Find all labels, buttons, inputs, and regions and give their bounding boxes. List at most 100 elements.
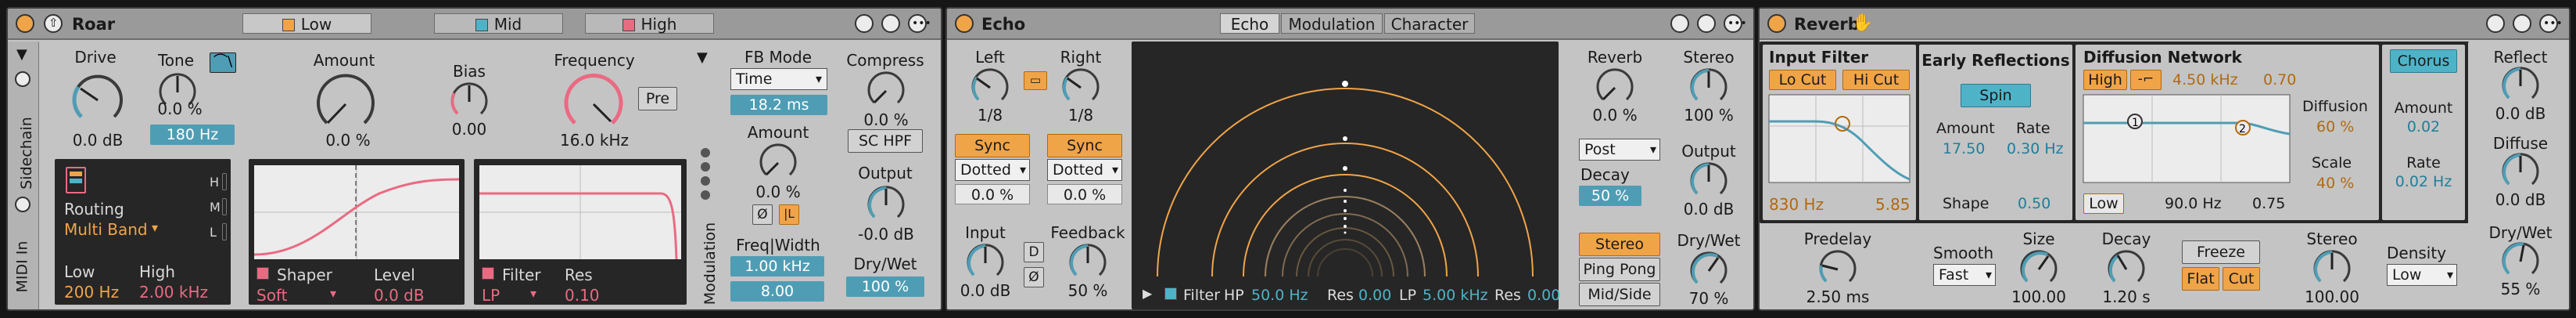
low-shelf-button[interactable]: Low bbox=[2083, 193, 2124, 214]
routing-chevron-icon[interactable]: ▾ bbox=[152, 222, 158, 234]
mid-side-button[interactable]: Mid/Side bbox=[1579, 283, 1660, 306]
reverb-knob[interactable] bbox=[1595, 68, 1634, 107]
right-sync-button[interactable]: Sync bbox=[1047, 134, 1122, 157]
midi-in-toggle[interactable] bbox=[15, 197, 30, 212]
expand-icon[interactable]: ⇧ bbox=[44, 14, 63, 33]
fb-amount-knob[interactable] bbox=[759, 143, 798, 182]
predelay-knob[interactable] bbox=[1818, 250, 1857, 289]
echo-save-preset-icon[interactable] bbox=[1697, 14, 1716, 33]
fb-time-field[interactable]: 18.2 ms bbox=[730, 95, 827, 115]
echo-drywet-knob[interactable] bbox=[1689, 251, 1728, 291]
chorus-rate-value[interactable]: 0.02 Hz bbox=[2382, 175, 2465, 190]
res-value[interactable]: 0.10 bbox=[565, 287, 600, 303]
invert-button[interactable]: Ø bbox=[1024, 267, 1044, 287]
stereo-mode-button[interactable]: Stereo bbox=[1579, 233, 1660, 256]
reverb-save-preset-icon[interactable] bbox=[2513, 14, 2531, 33]
right-time-knob[interactable] bbox=[1061, 68, 1100, 107]
sidechain-toggle[interactable] bbox=[15, 71, 30, 87]
frequency-knob[interactable] bbox=[562, 73, 625, 136]
width-field[interactable]: 8.00 bbox=[730, 281, 824, 302]
high-freq-value[interactable]: 4.50 kHz bbox=[2172, 73, 2238, 88]
scale-value[interactable]: 40 % bbox=[2316, 176, 2354, 191]
chorus-button[interactable]: Chorus bbox=[2390, 49, 2457, 73]
modulation-label[interactable]: Modulation bbox=[701, 222, 719, 305]
pre-button[interactable]: Pre bbox=[638, 87, 677, 110]
left-offset-field[interactable]: 0.0 % bbox=[955, 184, 1030, 204]
stereo-knob[interactable] bbox=[1689, 68, 1728, 107]
level-value[interactable]: 0.0 dB bbox=[374, 287, 425, 303]
tab-echo[interactable]: Echo bbox=[1220, 13, 1279, 34]
reverb-drywet-knob[interactable] bbox=[2501, 242, 2540, 281]
diffusion-value[interactable]: 60 % bbox=[2316, 120, 2354, 135]
low-freq-value[interactable]: 90.0 Hz bbox=[2165, 197, 2222, 211]
high-shelf-shape-icon[interactable]: -⌐ bbox=[2130, 70, 2162, 90]
tab-high[interactable]: High bbox=[585, 13, 714, 34]
lo-cut-button[interactable]: Lo Cut bbox=[1769, 70, 1836, 90]
amount-knob[interactable] bbox=[314, 73, 377, 136]
chorus-amount-value[interactable]: 0.02 bbox=[2382, 120, 2465, 135]
right-dotted-dropdown[interactable]: Dotted ▾ bbox=[1047, 159, 1122, 181]
left-dotted-dropdown[interactable]: Dotted ▾ bbox=[955, 159, 1030, 181]
freeze-button[interactable]: Freeze bbox=[2182, 240, 2260, 264]
smooth-dropdown[interactable]: Fast ▾ bbox=[1933, 264, 1996, 286]
device-on-toggle[interactable] bbox=[16, 14, 34, 33]
high-q-value[interactable]: 0.70 bbox=[2263, 73, 2296, 88]
er-rate-value[interactable]: 0.30 Hz bbox=[2007, 142, 2064, 157]
reverb-more-menu-icon[interactable]: ••• bbox=[2539, 14, 2563, 33]
reverb-position-dropdown[interactable]: Post ▾ bbox=[1579, 139, 1660, 161]
high-shelf-button[interactable]: High bbox=[2083, 70, 2127, 90]
echo-more-menu-icon[interactable]: ••• bbox=[1724, 14, 1747, 33]
sidechain-label[interactable]: Sidechain bbox=[18, 117, 35, 190]
echo-on-toggle[interactable] bbox=[955, 14, 974, 33]
lp-res-value[interactable]: 0.00 bbox=[1527, 288, 1560, 303]
drive-knob[interactable] bbox=[70, 73, 125, 128]
diffusion-eq-display[interactable]: 12 bbox=[2083, 94, 2291, 183]
hp-res-value[interactable]: 0.00 bbox=[1358, 288, 1391, 303]
flat-button[interactable]: Flat bbox=[2182, 267, 2219, 291]
midi-in-label[interactable]: MIDI In bbox=[13, 241, 30, 293]
high-value[interactable]: 2.00 kHz bbox=[139, 284, 208, 300]
right-offset-field[interactable]: 0.0 % bbox=[1047, 184, 1122, 204]
left-time-knob[interactable] bbox=[970, 68, 1010, 107]
fb-mode-dropdown[interactable]: Time ▾ bbox=[730, 68, 827, 90]
reverb-hot-swap-icon[interactable] bbox=[2486, 14, 2505, 33]
side-arrow-icon[interactable]: ▼ bbox=[16, 48, 27, 62]
left-sync-button[interactable]: Sync bbox=[955, 134, 1030, 157]
more-menu-icon[interactable]: ••• bbox=[908, 14, 931, 33]
tab-character[interactable]: Character bbox=[1384, 13, 1475, 34]
reflect-knob[interactable] bbox=[2501, 67, 2540, 106]
size-knob[interactable] bbox=[2019, 250, 2058, 289]
tone-filter-icon[interactable]: ⌒\ bbox=[210, 52, 236, 73]
reverb-decay-knob[interactable] bbox=[2107, 250, 2146, 289]
clip-d-button[interactable]: D bbox=[1024, 242, 1044, 262]
shaper-chevron-icon[interactable]: ▾ bbox=[330, 287, 336, 300]
hp-value[interactable]: 50.0 Hz bbox=[1251, 288, 1308, 303]
mod-dot-3[interactable] bbox=[701, 176, 710, 186]
sc-hpf-button[interactable]: SC HPF bbox=[848, 129, 923, 153]
bias-knob[interactable] bbox=[450, 82, 489, 121]
filter-type-dropdown[interactable]: LP bbox=[482, 287, 500, 303]
echo-hot-swap-icon[interactable] bbox=[1670, 14, 1689, 33]
decay-field[interactable]: 50 % bbox=[1579, 186, 1641, 206]
filter-expand-icon[interactable]: ▶ bbox=[1143, 287, 1152, 300]
mod-dot-4[interactable] bbox=[701, 190, 710, 200]
echo-tunnel-display[interactable] bbox=[1132, 42, 1559, 277]
tab-low[interactable]: Low bbox=[242, 13, 371, 34]
tab-modulation[interactable]: Modulation bbox=[1281, 13, 1383, 34]
input-filter-q[interactable]: 5.85 bbox=[1875, 197, 1910, 212]
echo-output-knob[interactable] bbox=[1689, 162, 1728, 201]
shaper-toggle[interactable] bbox=[257, 267, 269, 280]
echo-filter-toggle[interactable] bbox=[1164, 287, 1177, 300]
tab-mid[interactable]: Mid bbox=[434, 13, 563, 34]
er-shape-value[interactable]: 0.50 bbox=[2018, 197, 2050, 211]
hot-swap-icon[interactable] bbox=[855, 14, 874, 33]
input-filter-display[interactable] bbox=[1768, 94, 1910, 183]
feedback-knob[interactable] bbox=[1068, 244, 1107, 283]
compress-knob[interactable] bbox=[866, 71, 906, 110]
link-button[interactable]: ▭ bbox=[1024, 71, 1047, 90]
output-knob[interactable] bbox=[866, 186, 906, 225]
tone-freq-field[interactable]: 180 Hz bbox=[150, 125, 235, 145]
reverb-on-toggle[interactable] bbox=[1767, 14, 1786, 33]
fb-invert-button[interactable]: Ø bbox=[752, 204, 773, 225]
mod-dot-2[interactable] bbox=[701, 162, 710, 172]
